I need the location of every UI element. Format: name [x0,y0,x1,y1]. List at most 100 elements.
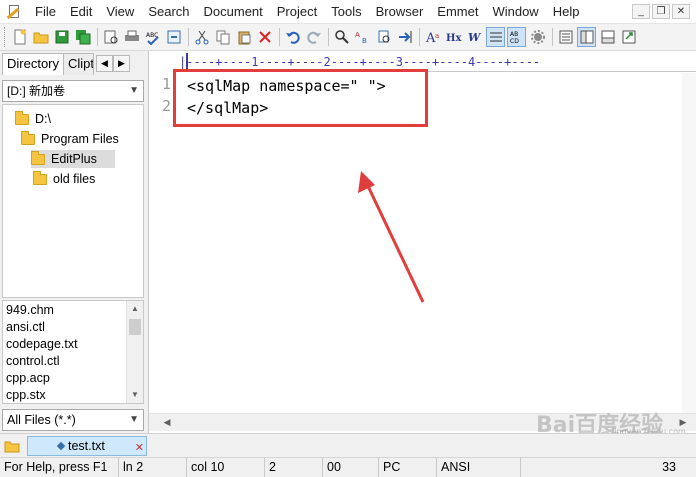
font-icon[interactable]: Aa [423,27,442,47]
menu-document[interactable]: Document [197,0,270,24]
word-wrap-icon[interactable]: W [465,27,484,47]
folder-icon [33,170,47,185]
tab-scroll-left-icon[interactable]: ◀ [96,55,114,72]
menu-browser[interactable]: Browser [369,0,431,24]
menu-help[interactable]: Help [546,0,587,24]
svg-text:A: A [355,31,360,39]
status-bar: For Help, press F1 ln 2 col 10 2 00 PC A… [0,457,696,477]
minimize-button[interactable]: _ [632,4,650,19]
open-folder-icon[interactable] [31,27,50,47]
list-item[interactable]: cpp.acp [6,370,50,387]
folder-icon [21,130,35,145]
replace-icon[interactable]: AB [353,27,372,47]
restore-button[interactable]: ❐ [652,4,670,19]
list-item[interactable]: codepage.txt [6,336,78,353]
status-line-count: 2 [264,458,322,477]
close-button[interactable]: ✕ [672,4,690,19]
folder-icon [15,110,29,125]
tree-item-label: old files [53,172,96,186]
file-filter-select[interactable]: All Files (*.*) ▼ [2,409,144,431]
tree-item-program-files[interactable]: Program Files [21,130,119,148]
line-number-icon[interactable] [556,27,575,47]
folder-open-icon [31,150,45,165]
svg-text:B: B [362,37,367,45]
chevron-down-icon: ▼ [129,85,139,96]
toolbar-separator [552,28,553,46]
status-count: 33 [520,458,696,477]
save-icon[interactable] [52,27,71,47]
menu-window[interactable]: Window [485,0,545,24]
toolbar-grip[interactable] [4,27,7,47]
toolbar-separator [419,28,420,46]
directory-panel: Directory Clipt ◀ ▶ [D:] 新加卷 ▼ D:\ Progr… [0,51,146,433]
scroll-down-icon[interactable]: ▼ [127,387,143,403]
cut-icon[interactable] [192,27,211,47]
settings-icon[interactable] [528,27,547,47]
editplus-app-icon[interactable] [6,4,22,20]
tree-item-label: EditPlus [51,152,97,166]
tree-item-old-files[interactable]: old files [33,170,95,188]
redo-icon[interactable] [304,27,323,47]
new-file-icon[interactable] [10,27,29,47]
drive-select[interactable]: [D:] 新加卷 ▼ [2,80,144,102]
document-icon [56,441,66,451]
menu-emmet[interactable]: Emmet [430,0,485,24]
paste-icon[interactable] [234,27,253,47]
folder-icon[interactable] [4,439,20,453]
status-help: For Help, press F1 [4,460,108,474]
menu-search[interactable]: Search [141,0,196,24]
menu-view[interactable]: View [99,0,141,24]
tree-item-label: D:\ [35,112,51,126]
save-all-icon[interactable] [73,27,92,47]
hx-icon[interactable]: Hx [444,27,463,47]
svg-text:AB: AB [510,31,518,38]
editor-area[interactable]: |----+----1----+----2----+----3----+----… [148,51,696,433]
annotation-arrow [358,171,425,303]
toolbar-separator [279,28,280,46]
document-tab-test-txt[interactable]: test.txt ✕ [27,436,147,456]
document-tab-bar: test.txt ✕ [0,433,696,457]
copy-icon[interactable] [213,27,232,47]
svg-text:CD: CD [510,38,519,45]
file-list-scrollbar[interactable]: ▲ ▼ [126,301,143,403]
list-item[interactable]: cpp.stx [6,387,46,403]
tab-scroll-arrows: ◀ ▶ [96,55,131,75]
scroll-thumb[interactable] [129,319,141,335]
column-select-icon[interactable]: AB CD [507,27,526,47]
list-item[interactable]: ansi.ctl [6,319,45,336]
scroll-left-icon[interactable]: ◀ [159,414,175,431]
ruler-icon[interactable] [486,27,505,47]
tab-cliptext[interactable]: Clipt [64,53,95,75]
tab-directory[interactable]: Directory [2,53,65,75]
menu-tools[interactable]: Tools [324,0,368,24]
list-item[interactable]: 949.chm [6,302,54,319]
find-icon[interactable] [332,27,351,47]
output-window-icon[interactable] [598,27,617,47]
file-filter-value: All Files (*.*) [7,413,76,427]
drive-select-value: [D:] 新加卷 [7,84,66,98]
list-item[interactable]: control.ctl [6,353,60,370]
editor-vertical-scrollbar[interactable] [682,73,696,413]
find-in-files-icon[interactable] [374,27,393,47]
goto-icon[interactable] [395,27,414,47]
svg-text:Hx: Hx [446,33,462,44]
scroll-up-icon[interactable]: ▲ [127,301,143,317]
browser-preview-icon[interactable] [164,27,183,47]
undo-icon[interactable] [283,27,302,47]
menu-file[interactable]: File [28,0,63,24]
fullscreen-icon[interactable] [619,27,638,47]
close-icon[interactable]: ✕ [135,439,144,457]
status-column: col 10 [186,458,264,477]
directory-window-icon[interactable] [577,27,596,47]
window-controls: _ ❐ ✕ [632,4,690,19]
tab-scroll-right-icon[interactable]: ▶ [113,55,131,72]
status-line: ln 2 [118,458,186,477]
delete-icon[interactable] [255,27,274,47]
menu-project[interactable]: Project [270,0,324,24]
tree-item-editplus[interactable]: EditPlus [31,150,115,168]
spell-check-icon[interactable]: ABC [143,27,162,47]
print-preview-icon[interactable] [101,27,120,47]
print-icon[interactable] [122,27,141,47]
tree-item-d-drive[interactable]: D:\ [15,110,51,128]
menu-edit[interactable]: Edit [63,0,99,24]
